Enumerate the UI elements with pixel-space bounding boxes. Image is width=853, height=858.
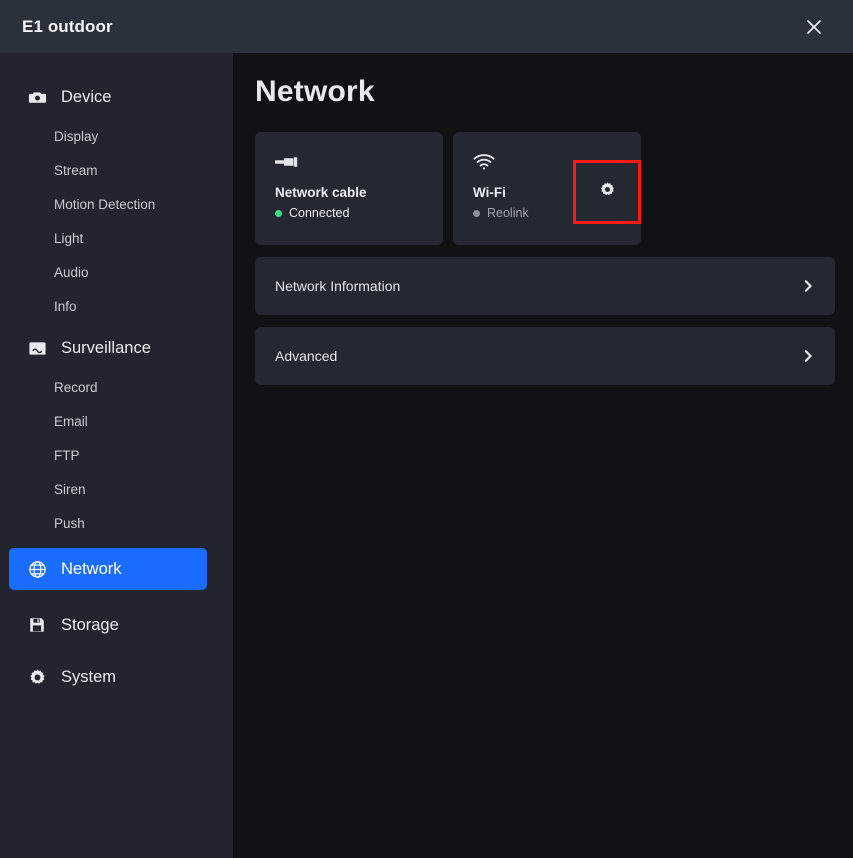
sidebar: Device Display Stream Motion Detection L… bbox=[0, 53, 233, 858]
status-dot-connected bbox=[275, 210, 282, 218]
sidebar-item-label: System bbox=[61, 667, 117, 686]
sidebar-group-device[interactable]: Device bbox=[0, 75, 233, 119]
window-title: E1 outdoor bbox=[22, 17, 113, 36]
sidebar-group-surveillance[interactable]: Surveillance bbox=[0, 326, 233, 370]
camera-icon bbox=[27, 87, 47, 107]
close-icon bbox=[804, 17, 824, 37]
sidebar-item-stream[interactable]: Stream bbox=[0, 153, 233, 187]
sidebar-item-record[interactable]: Record bbox=[0, 370, 233, 404]
chevron-right-icon bbox=[801, 349, 815, 363]
sidebar-item-label: Storage bbox=[61, 615, 119, 634]
status-card-row: Network cable Connected Wi-Fi Reolink bbox=[255, 132, 835, 245]
floppy-disk-icon bbox=[27, 615, 47, 635]
sidebar-group-label: Surveillance bbox=[61, 338, 151, 357]
row-label: Network Information bbox=[275, 278, 401, 294]
sidebar-item-siren[interactable]: Siren bbox=[0, 472, 233, 506]
wifi-card[interactable]: Wi-Fi Reolink bbox=[453, 132, 641, 245]
network-cable-status-label: Connected bbox=[289, 205, 350, 220]
row-advanced[interactable]: Advanced bbox=[255, 327, 835, 385]
close-button[interactable] bbox=[797, 10, 831, 44]
sidebar-item-system[interactable]: System bbox=[0, 655, 233, 699]
monitor-icon bbox=[27, 338, 47, 358]
sidebar-group-label: Device bbox=[61, 87, 112, 106]
app-window: E1 outdoor Device Display Stream Motion … bbox=[0, 0, 853, 858]
sidebar-item-email[interactable]: Email bbox=[0, 404, 233, 438]
page-title: Network bbox=[255, 75, 375, 108]
sidebar-item-storage[interactable]: Storage bbox=[0, 603, 233, 647]
sidebar-item-ftp[interactable]: FTP bbox=[0, 438, 233, 472]
ethernet-plug-icon bbox=[275, 150, 425, 174]
status-dot-idle bbox=[473, 210, 480, 218]
sidebar-item-audio[interactable]: Audio bbox=[0, 255, 233, 289]
network-cable-title: Network cable bbox=[275, 185, 367, 200]
sidebar-item-light[interactable]: Light bbox=[0, 221, 233, 255]
network-cable-status: Connected bbox=[275, 205, 425, 221]
wifi-status-label: Reolink bbox=[487, 205, 529, 220]
sidebar-item-info[interactable]: Info bbox=[0, 289, 233, 323]
row-network-information[interactable]: Network Information bbox=[255, 257, 835, 315]
globe-icon bbox=[27, 559, 47, 579]
sidebar-item-label: Network bbox=[61, 559, 122, 578]
sidebar-item-push[interactable]: Push bbox=[0, 506, 233, 540]
wifi-settings-button[interactable] bbox=[573, 160, 641, 224]
sidebar-item-network[interactable]: Network bbox=[9, 548, 207, 590]
network-cable-card[interactable]: Network cable Connected bbox=[255, 132, 443, 245]
gear-icon bbox=[599, 181, 616, 203]
chevron-right-icon bbox=[801, 279, 815, 293]
sidebar-item-motion-detection[interactable]: Motion Detection bbox=[0, 187, 233, 221]
sidebar-item-display[interactable]: Display bbox=[0, 119, 233, 153]
gear-icon bbox=[27, 667, 47, 687]
row-label: Advanced bbox=[275, 348, 338, 364]
main-content: Network Network cable Connected Wi-Fi Re… bbox=[233, 53, 853, 858]
title-bar: E1 outdoor bbox=[0, 0, 853, 53]
